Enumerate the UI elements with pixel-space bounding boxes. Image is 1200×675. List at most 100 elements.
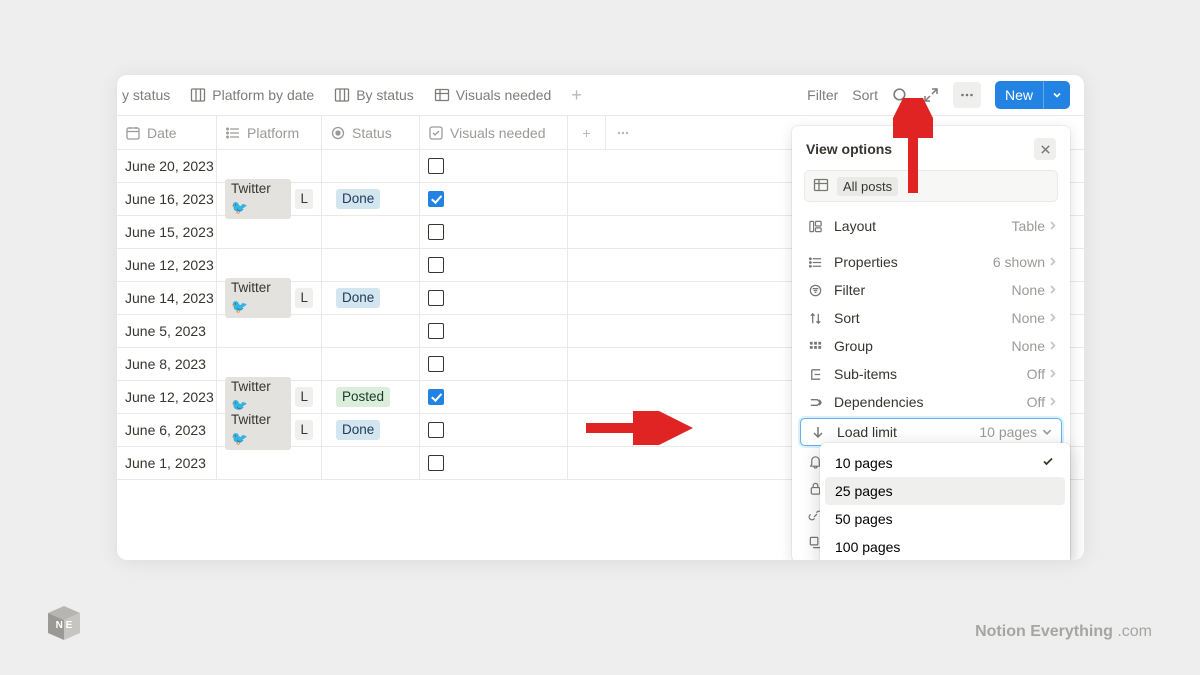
annotation-arrow-down	[893, 98, 933, 198]
panel-item-filter[interactable]: FilterNone	[792, 276, 1070, 304]
new-button[interactable]: New	[995, 81, 1070, 109]
load-limit-dropdown: 10 pages25 pages50 pages100 pages	[820, 443, 1070, 560]
check-icon	[1041, 454, 1055, 471]
checkbox[interactable]	[428, 257, 444, 273]
panel-item-layout[interactable]: LayoutTable	[792, 212, 1070, 240]
cell-status	[322, 150, 420, 183]
checkbox[interactable]	[428, 455, 444, 471]
cell-platform	[217, 447, 322, 480]
cell-visuals[interactable]	[420, 249, 568, 282]
cell-date: June 6, 2023	[117, 414, 217, 447]
cell-status: Done	[322, 183, 420, 216]
sort-icon	[806, 311, 824, 326]
panel-item-sort[interactable]: SortNone	[792, 304, 1070, 332]
chevron-down-icon	[1041, 426, 1053, 438]
cell-status	[322, 249, 420, 282]
calendar-icon	[125, 125, 141, 141]
checkbox[interactable]	[428, 389, 444, 405]
filter-button[interactable]: Filter	[807, 87, 838, 103]
cell-status	[322, 348, 420, 381]
cell-platform: Twitter 🐦L	[217, 282, 322, 315]
cell-date: June 12, 2023	[117, 249, 217, 282]
cell-visuals[interactable]	[420, 216, 568, 249]
panel-item-properties[interactable]: Properties6 shown	[792, 248, 1070, 276]
panel-title: View options	[806, 141, 892, 157]
panel-item-sub-items[interactable]: Sub-itemsOff	[792, 360, 1070, 388]
tab-visuals-needed[interactable]: Visuals needed	[434, 87, 551, 103]
panel-item-load-limit[interactable]: Load limit 10 pages	[800, 418, 1062, 446]
cell-platform	[217, 150, 322, 183]
close-icon[interactable]	[1034, 138, 1056, 160]
cell-platform	[217, 315, 322, 348]
cell-date: June 5, 2023	[117, 315, 217, 348]
list-icon	[225, 125, 241, 141]
cell-platform	[217, 216, 322, 249]
cell-date: June 16, 2023	[117, 183, 217, 216]
checkbox[interactable]	[428, 356, 444, 372]
panel-item-group[interactable]: GroupNone	[792, 332, 1070, 360]
checkbox[interactable]	[428, 323, 444, 339]
cell-status: Done	[322, 282, 420, 315]
sub-icon	[806, 367, 824, 382]
checkbox[interactable]	[428, 422, 444, 438]
sort-button[interactable]: Sort	[852, 87, 878, 103]
filter-icon	[806, 283, 824, 298]
cell-date: June 20, 2023	[117, 150, 217, 183]
cell-visuals[interactable]	[420, 150, 568, 183]
cell-visuals[interactable]	[420, 447, 568, 480]
cell-platform: Twitter 🐦L	[217, 414, 322, 447]
checkbox[interactable]	[428, 224, 444, 240]
arrow-down-icon	[809, 425, 827, 439]
load-limit-option[interactable]: 100 pages	[825, 533, 1065, 560]
cell-visuals[interactable]	[420, 183, 568, 216]
cell-platform	[217, 348, 322, 381]
table-icon	[813, 177, 829, 196]
columns-more-icon[interactable]	[614, 125, 632, 141]
cell-visuals[interactable]	[420, 414, 568, 447]
cell-platform: Twitter 🐦L	[217, 183, 322, 216]
more-options-button[interactable]	[953, 82, 981, 108]
add-column-button[interactable]: +	[568, 116, 606, 150]
group-icon	[806, 339, 824, 354]
cell-status	[322, 216, 420, 249]
load-limit-option[interactable]: 10 pages	[825, 448, 1065, 477]
app-window: y status Platform by date By status Visu…	[117, 75, 1084, 560]
tabs-bar: y status Platform by date By status Visu…	[117, 75, 1084, 115]
load-limit-option[interactable]: 50 pages	[825, 505, 1065, 533]
toolbar-right: Filter Sort New	[807, 81, 1084, 109]
cell-status	[322, 447, 420, 480]
cell-date: June 1, 2023	[117, 447, 217, 480]
annotation-arrow-right	[581, 411, 696, 445]
cell-visuals[interactable]	[420, 315, 568, 348]
tab-by-status[interactable]: By status	[334, 87, 414, 103]
panel-item-dependencies[interactable]: DependenciesOff	[792, 388, 1070, 416]
cell-visuals[interactable]	[420, 381, 568, 414]
checkbox[interactable]	[428, 158, 444, 174]
load-limit-option[interactable]: 25 pages	[825, 477, 1065, 505]
tab-platform-by-date[interactable]: Platform by date	[190, 87, 314, 103]
cell-date: June 12, 2023	[117, 381, 217, 414]
checkbox-icon	[428, 125, 444, 141]
add-view-button[interactable]: +	[571, 85, 582, 106]
chevron-down-icon[interactable]	[1043, 81, 1070, 109]
board-icon	[190, 87, 206, 103]
cell-status: Posted	[322, 381, 420, 414]
checkbox[interactable]	[428, 290, 444, 306]
board-icon	[334, 87, 350, 103]
cell-visuals[interactable]	[420, 348, 568, 381]
watermark: Notion Everything .com	[975, 623, 1152, 641]
column-header-status[interactable]: Status	[322, 116, 420, 150]
checkbox[interactable]	[428, 191, 444, 207]
tab-y-status[interactable]: y status	[122, 87, 170, 103]
cell-date: June 14, 2023	[117, 282, 217, 315]
cell-status	[322, 315, 420, 348]
cell-date: June 15, 2023	[117, 216, 217, 249]
column-header-platform[interactable]: Platform	[217, 116, 322, 150]
cell-platform: Twitter 🐦L	[217, 381, 322, 414]
dep-icon	[806, 395, 824, 410]
column-header-date[interactable]: Date	[117, 116, 217, 150]
cell-visuals[interactable]	[420, 282, 568, 315]
list-icon	[806, 255, 824, 270]
column-header-visuals[interactable]: Visuals needed	[420, 116, 568, 150]
table-icon	[434, 87, 450, 103]
